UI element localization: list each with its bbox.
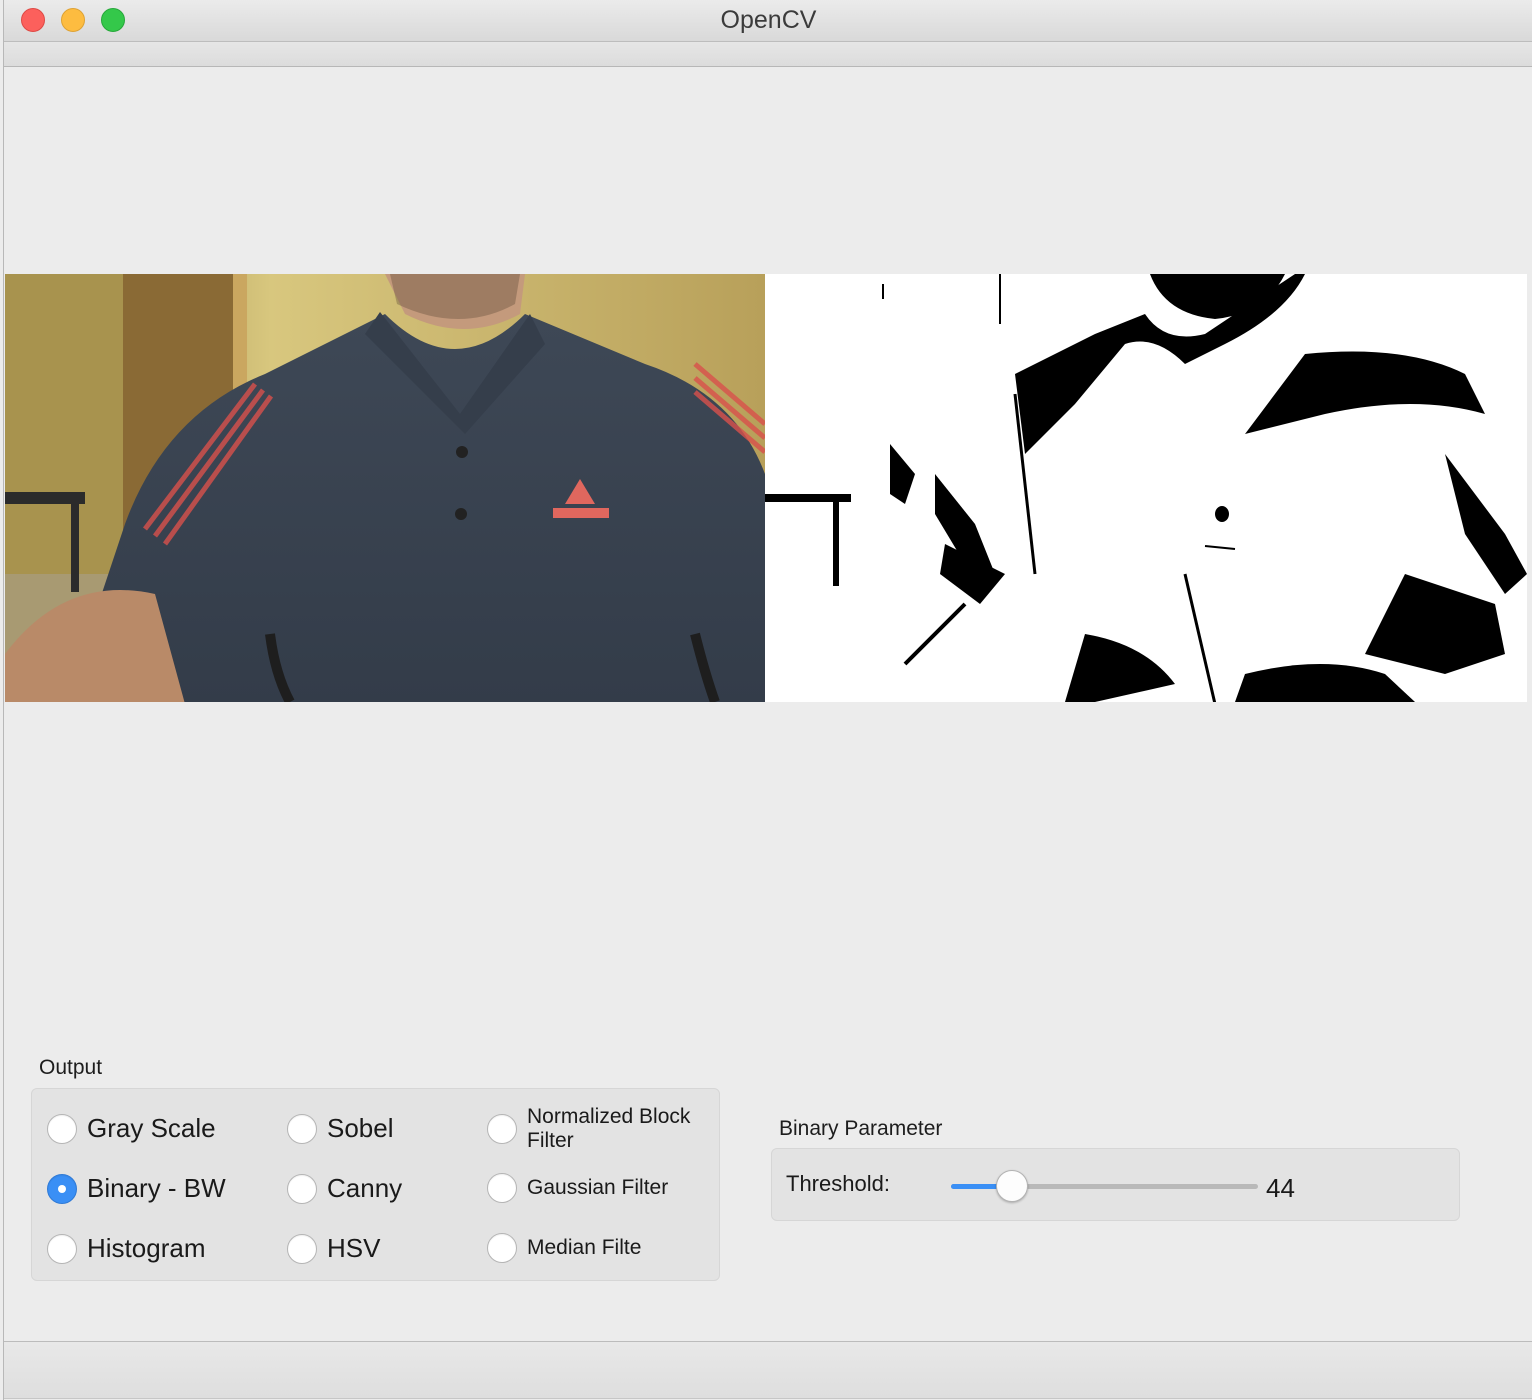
status-bar [4,1341,1532,1399]
radio-binary-bw[interactable]: Binary - BW [47,1173,226,1204]
output-group: Gray Scale Binary - BW Histogram Sobel C… [31,1088,720,1281]
radio-button[interactable] [487,1233,517,1263]
radio-label: Gray Scale [87,1113,216,1143]
threshold-label: Threshold: [786,1171,890,1196]
radio-label: Sobel [327,1113,394,1143]
output-group-label: Output [39,1056,103,1079]
radio-label: Histogram [87,1233,206,1263]
radio-label: Binary - BW [87,1173,226,1203]
window-title: OpenCV [720,6,817,34]
radio-label: Normalized Block Filter [527,1105,691,1152]
radio-button[interactable] [287,1233,317,1264]
radio-button[interactable] [47,1113,77,1144]
app-window: OpenCV Output Gray Scale Binary - BW His… [3,0,1532,1400]
radio-sobel[interactable]: Sobel [287,1113,394,1144]
radio-hsv[interactable]: HSV [287,1233,380,1264]
radio-gray-scale[interactable]: Gray Scale [47,1113,216,1144]
radio-button[interactable] [487,1173,517,1203]
title-bar[interactable]: OpenCV [4,0,1532,42]
threshold-slider-thumb[interactable] [996,1170,1028,1202]
radio-button[interactable] [287,1173,317,1204]
binary-output-view [765,274,1527,702]
threshold-value: 44 [1266,1173,1295,1203]
radio-gaussian-filter[interactable]: Gaussian Filter [487,1173,707,1203]
radio-histogram[interactable]: Histogram [47,1233,205,1264]
radio-button[interactable] [47,1233,77,1264]
radio-canny[interactable]: Canny [287,1173,402,1204]
radio-label: Canny [327,1173,403,1203]
camera-original-view [5,274,765,702]
radio-label: Median Filte [527,1236,642,1259]
radio-label: HSV [327,1233,381,1263]
binary-parameter-label: Binary Parameter [779,1117,943,1140]
binary-output-image [765,274,1527,702]
radio-median-filter[interactable]: Median Filte [487,1233,707,1263]
radio-button[interactable] [487,1114,517,1144]
binary-parameter-group: Threshold: 44 [771,1148,1460,1221]
toolbar [4,42,1532,67]
radio-label: Gaussian Filter [527,1176,669,1199]
radio-button[interactable] [287,1113,317,1144]
radio-normalized-block-filter[interactable]: Normalized Block Filter [487,1105,707,1153]
camera-original-image [5,274,765,702]
radio-button-checked[interactable] [47,1173,77,1204]
threshold-slider[interactable] [951,1170,1258,1202]
